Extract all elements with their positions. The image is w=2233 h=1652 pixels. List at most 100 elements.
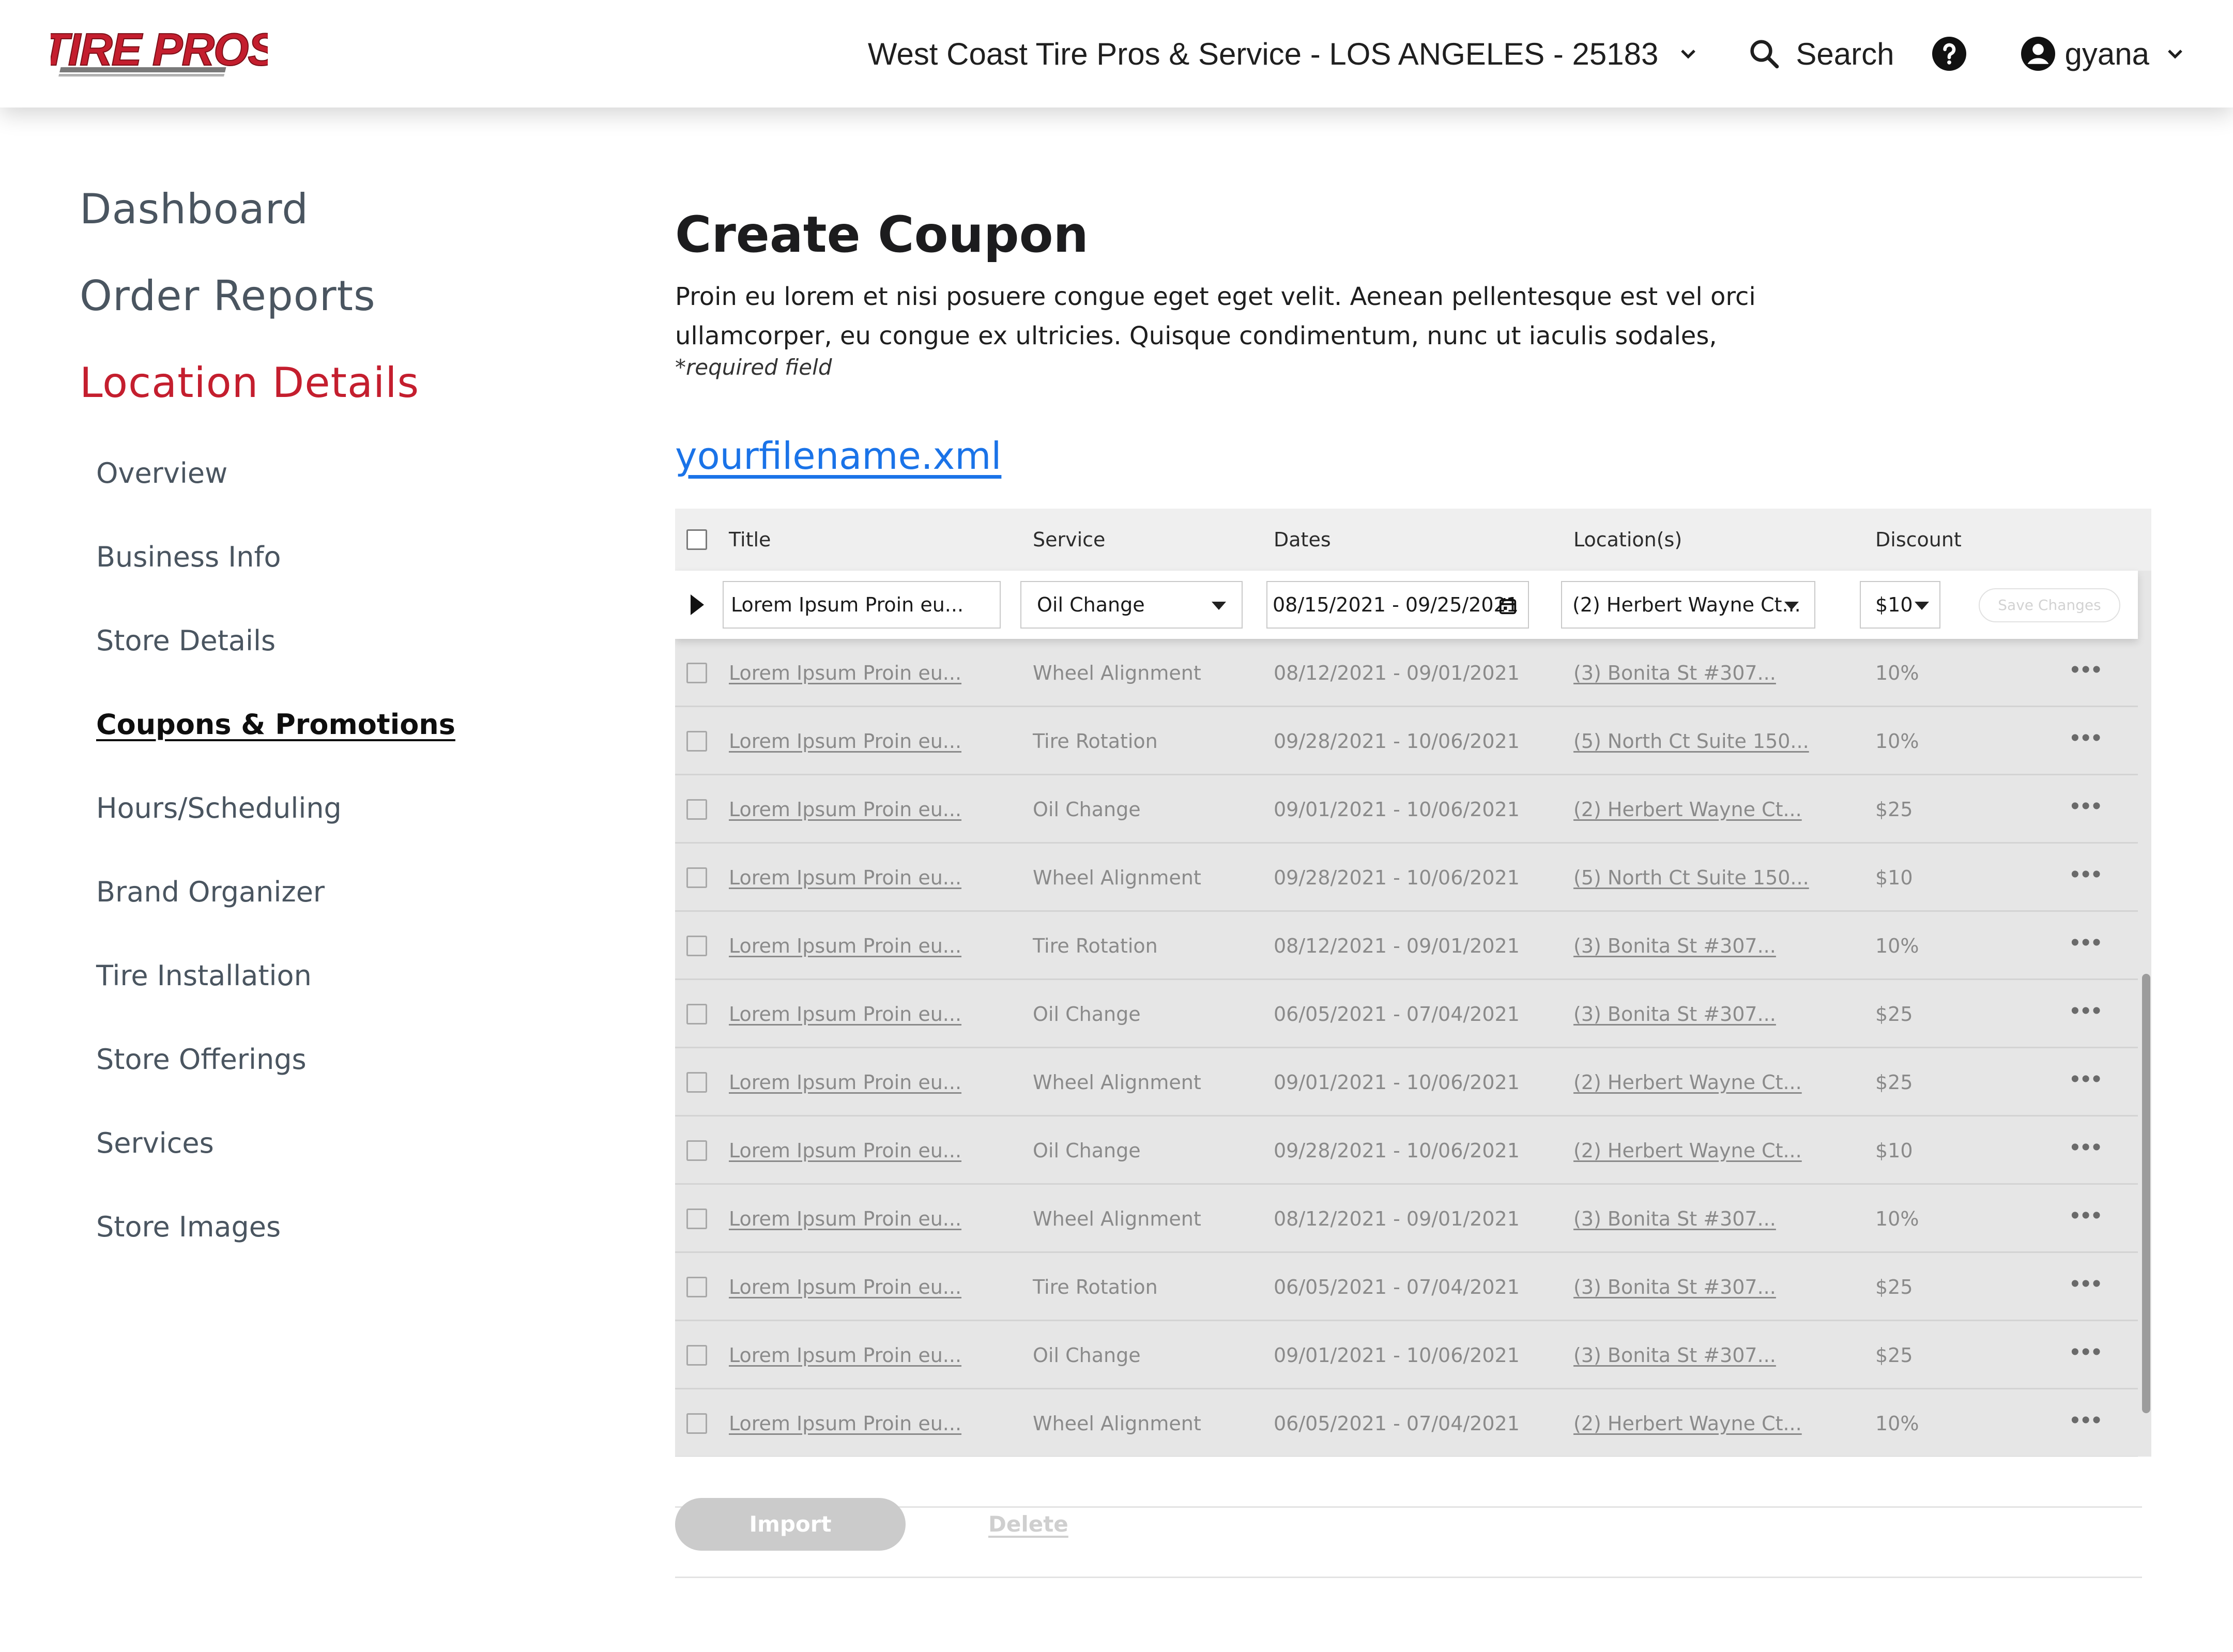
title-input[interactable]: Lorem Ipsum Proin eu... (723, 581, 1001, 629)
table-row[interactable]: Lorem Ipsum Proin eu... Oil Change 06/05/2… (675, 980, 2138, 1048)
cell-location[interactable]: (2) Herbert Wayne Ct... (1573, 1116, 1802, 1185)
help-icon[interactable] (1931, 35, 1968, 72)
more-horizontal-icon[interactable]: ••• (2071, 1048, 2103, 1116)
row-checkbox[interactable] (686, 936, 707, 956)
more-horizontal-icon[interactable]: ••• (2071, 707, 2103, 775)
more-horizontal-icon[interactable]: ••• (2071, 1321, 2103, 1389)
column-title[interactable]: Title (729, 509, 771, 571)
table-row[interactable]: Lorem Ipsum Proin eu... Oil Change 09/28/2… (675, 1116, 2138, 1185)
sidebar-item-hours-scheduling[interactable]: Hours/Scheduling (96, 792, 342, 824)
date-range-input[interactable]: 08/15/2021 - 09/25/2021 (1266, 581, 1529, 629)
tire-pros-logo[interactable]: TIRE PROS (51, 25, 268, 83)
table-row[interactable]: Lorem Ipsum Proin eu... Wheel Alignment 08… (675, 1185, 2138, 1253)
more-horizontal-icon[interactable]: ••• (2071, 1253, 2103, 1321)
table-row[interactable]: Lorem Ipsum Proin eu... Tire Rotation 08/1… (675, 912, 2138, 980)
import-button[interactable]: Import (675, 1498, 906, 1551)
column-discount[interactable]: Discount (1875, 509, 1962, 571)
table-row[interactable]: Lorem Ipsum Proin eu... Oil Change 09/01/2… (675, 1321, 2138, 1389)
user-avatar-icon (2021, 37, 2055, 71)
cell-service: Wheel Alignment (1033, 1071, 1201, 1094)
cell-title[interactable]: Lorem Ipsum Proin eu... (729, 775, 961, 844)
cell-location[interactable]: (2) Herbert Wayne Ct... (1573, 1048, 1802, 1116)
table-row[interactable]: Lorem Ipsum Proin eu... Wheel Alignment 09… (675, 844, 2138, 912)
cell-service: Wheel Alignment (1033, 866, 1201, 889)
sidebar-item-coupons-promotions[interactable]: Coupons & Promotions (96, 708, 455, 741)
row-checkbox[interactable] (686, 663, 707, 683)
row-checkbox[interactable] (686, 1004, 707, 1024)
column-service[interactable]: Service (1033, 509, 1105, 571)
cell-title[interactable]: Lorem Ipsum Proin eu... (729, 912, 961, 980)
cell-title[interactable]: Lorem Ipsum Proin eu... (729, 1389, 961, 1457)
more-horizontal-icon[interactable]: ••• (2071, 639, 2103, 707)
service-select[interactable]: Oil Change (1020, 581, 1243, 629)
row-checkbox[interactable] (686, 799, 707, 820)
discount-select[interactable]: $10 (1860, 581, 1940, 629)
nav-location-details[interactable]: Location Details (80, 359, 419, 407)
sidebar-item-store-images[interactable]: Store Images (96, 1211, 281, 1243)
column-locations[interactable]: Location(s) (1573, 509, 1682, 571)
nav-dashboard[interactable]: Dashboard (80, 185, 309, 233)
cell-title[interactable]: Lorem Ipsum Proin eu... (729, 1116, 961, 1185)
row-checkbox[interactable] (686, 1345, 707, 1366)
sidebar-item-services[interactable]: Services (96, 1127, 214, 1159)
cell-title[interactable]: Lorem Ipsum Proin eu... (729, 1321, 961, 1389)
more-horizontal-icon[interactable]: ••• (2071, 980, 2103, 1048)
select-all-checkbox[interactable] (686, 529, 707, 550)
cell-location[interactable]: (5) North Ct Suite 150... (1573, 844, 1809, 912)
cell-title[interactable]: Lorem Ipsum Proin eu... (729, 1253, 961, 1321)
expand-caret-icon[interactable] (691, 594, 704, 615)
table-row[interactable]: Lorem Ipsum Proin eu... Tire Rotation 06/0… (675, 1253, 2138, 1321)
cell-title[interactable]: Lorem Ipsum Proin eu... (729, 844, 961, 912)
more-horizontal-icon[interactable]: ••• (2071, 1116, 2103, 1185)
cell-location[interactable]: (2) Herbert Wayne Ct... (1573, 1389, 1802, 1457)
sidebar-item-store-details[interactable]: Store Details (96, 624, 276, 657)
more-horizontal-icon[interactable]: ••• (2071, 912, 2103, 980)
row-checkbox[interactable] (686, 1413, 707, 1434)
column-dates[interactable]: Dates (1274, 509, 1331, 571)
sidebar-item-tire-installation[interactable]: Tire Installation (96, 959, 312, 992)
table-row[interactable]: Lorem Ipsum Proin eu... Wheel Alignment 09… (675, 1048, 2138, 1116)
cell-location[interactable]: (3) Bonita St #307... (1573, 1253, 1776, 1321)
more-horizontal-icon[interactable]: ••• (2071, 775, 2103, 844)
more-horizontal-icon[interactable]: ••• (2071, 844, 2103, 912)
row-checkbox[interactable] (686, 1209, 707, 1229)
location-select-value: (2) Herbert Wayne Ct... (1572, 593, 1801, 616)
sidebar-item-brand-organizer[interactable]: Brand Organizer (96, 876, 325, 908)
cell-title[interactable]: Lorem Ipsum Proin eu... (729, 639, 961, 707)
table-row[interactable]: Lorem Ipsum Proin eu... Wheel Alignment 06… (675, 1389, 2138, 1457)
cell-location[interactable]: (5) North Ct Suite 150... (1573, 707, 1809, 775)
save-changes-button[interactable]: Save Changes (1979, 588, 2120, 622)
row-checkbox[interactable] (686, 867, 707, 888)
search-button[interactable]: Search (1747, 36, 1894, 72)
sidebar-item-business-info[interactable]: Business Info (96, 541, 281, 573)
store-selector[interactable]: West Coast Tire Pros & Service - LOS ANG… (868, 36, 1701, 72)
table-row[interactable]: Lorem Ipsum Proin eu... Wheel Alignment 08… (675, 639, 2138, 707)
cell-location[interactable]: (3) Bonita St #307... (1573, 912, 1776, 980)
cell-location[interactable]: (3) Bonita St #307... (1573, 980, 1776, 1048)
sidebar-item-store-offerings[interactable]: Store Offerings (96, 1043, 307, 1076)
cell-title[interactable]: Lorem Ipsum Proin eu... (729, 980, 961, 1048)
row-checkbox[interactable] (686, 1140, 707, 1161)
cell-location[interactable]: (3) Bonita St #307... (1573, 1321, 1776, 1389)
row-checkbox[interactable] (686, 731, 707, 752)
cell-location[interactable]: (3) Bonita St #307... (1573, 1185, 1776, 1253)
cell-title[interactable]: Lorem Ipsum Proin eu... (729, 1048, 961, 1116)
user-menu[interactable]: gyana (2020, 35, 2188, 72)
calendar-icon[interactable] (1498, 595, 1518, 616)
more-horizontal-icon[interactable]: ••• (2071, 1389, 2103, 1457)
row-checkbox[interactable] (686, 1072, 707, 1093)
cell-title[interactable]: Lorem Ipsum Proin eu... (729, 707, 961, 775)
scrollbar-thumb[interactable] (2142, 974, 2150, 1413)
cell-location[interactable]: (2) Herbert Wayne Ct... (1573, 775, 1802, 844)
sidebar-item-overview[interactable]: Overview (96, 457, 227, 490)
cell-title[interactable]: Lorem Ipsum Proin eu... (729, 1185, 961, 1253)
file-link[interactable]: yourfilename.xml (675, 434, 1001, 478)
more-horizontal-icon[interactable]: ••• (2071, 1185, 2103, 1253)
delete-button[interactable]: Delete (988, 1498, 1068, 1551)
cell-location[interactable]: (3) Bonita St #307... (1573, 639, 1776, 707)
location-select[interactable]: (2) Herbert Wayne Ct... (1561, 581, 1815, 629)
table-row[interactable]: Lorem Ipsum Proin eu... Oil Change 09/01/2… (675, 775, 2138, 844)
table-row[interactable]: Lorem Ipsum Proin eu... Tire Rotation 09/2… (675, 707, 2138, 775)
nav-order-reports[interactable]: Order Reports (80, 272, 376, 320)
row-checkbox[interactable] (686, 1277, 707, 1297)
